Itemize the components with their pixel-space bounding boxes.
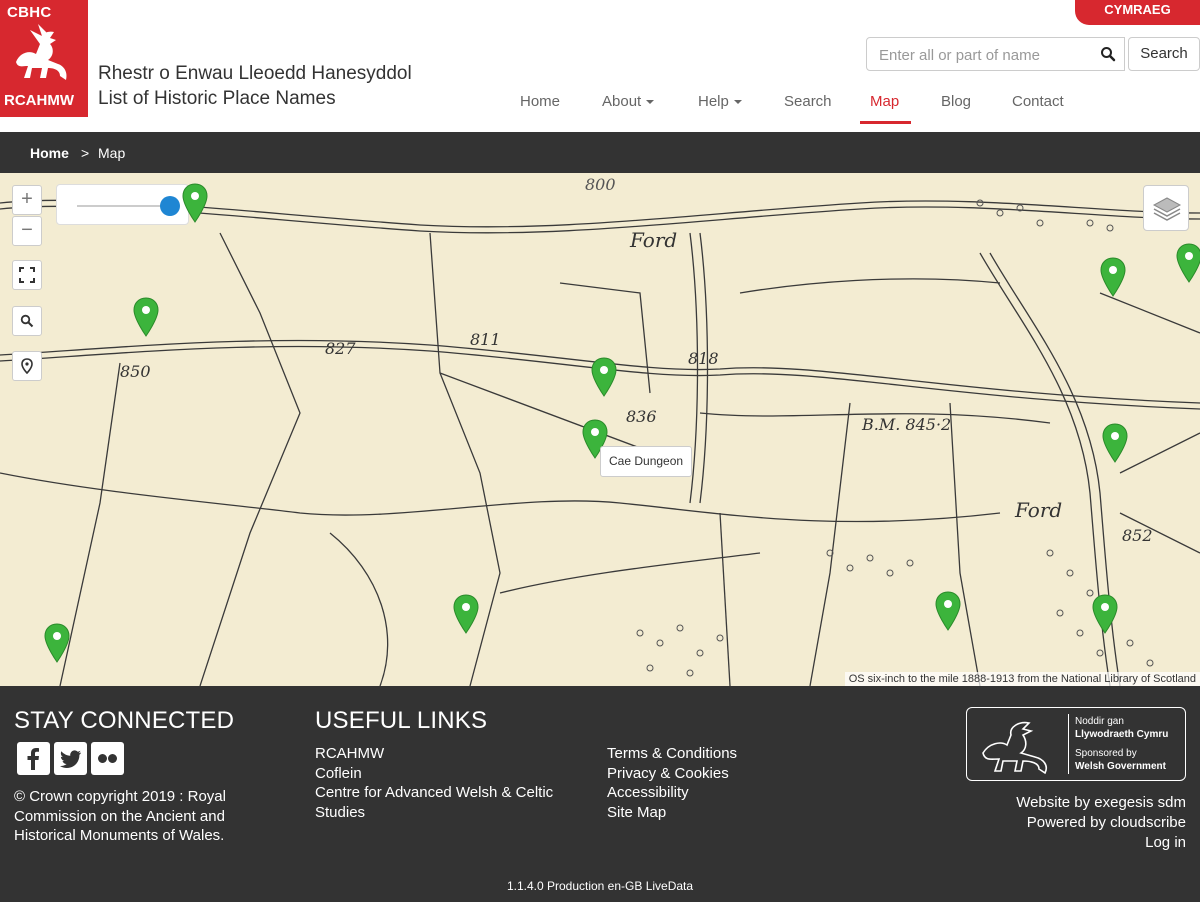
nav-help-label: Help xyxy=(698,93,729,110)
map-label-836: 836 xyxy=(626,407,657,426)
search-icon[interactable] xyxy=(1100,46,1116,62)
gov-text-sponsored: Sponsored by xyxy=(1075,748,1137,759)
site-title-english: List of Historic Place Names xyxy=(98,88,336,109)
useful-links-column-2: Terms & Conditions Privacy & Cookies Acc… xyxy=(607,744,737,822)
welsh-dragon-icon xyxy=(982,721,1048,775)
breadcrumb-separator: > xyxy=(81,145,90,161)
map-marker[interactable] xyxy=(133,297,159,337)
search-field[interactable] xyxy=(866,37,1125,71)
fullscreen-icon xyxy=(19,267,35,283)
map-marker[interactable] xyxy=(453,594,479,634)
map-marker[interactable] xyxy=(1092,594,1118,634)
map-marker[interactable] xyxy=(1102,423,1128,463)
map-label-800: 800 xyxy=(585,175,616,194)
site-footer: STAY CONNECTED © Crown copyright 2019 : … xyxy=(0,686,1200,902)
search-button[interactable]: Search xyxy=(1128,37,1200,71)
nav-about-label: About xyxy=(602,93,642,110)
map-marker[interactable] xyxy=(591,357,617,397)
locate-me-button[interactable] xyxy=(12,351,42,381)
map-marker[interactable] xyxy=(182,183,208,223)
map-label-benchmark: B.M. 845·2 xyxy=(862,415,952,434)
breadcrumb-home[interactable]: Home xyxy=(30,145,69,161)
zoom-to-extent-button[interactable] xyxy=(12,306,42,336)
language-toggle-button[interactable]: CYMRAEG xyxy=(1075,0,1200,25)
map-attribution: OS six-inch to the mile 1888-1913 from t… xyxy=(844,672,1200,686)
twitter-button[interactable] xyxy=(54,742,87,775)
logo-english-acronym: RCAHMW xyxy=(4,92,74,109)
powered-by-credit[interactable]: Powered by cloudscribe xyxy=(1027,813,1186,833)
nav-blog[interactable]: Blog xyxy=(941,93,971,110)
fullscreen-button[interactable] xyxy=(12,260,42,290)
nav-about[interactable]: About xyxy=(602,93,655,110)
nav-map[interactable]: Map xyxy=(870,93,899,110)
map-marker[interactable] xyxy=(935,591,961,631)
magnifier-icon xyxy=(20,314,34,328)
location-pin-icon xyxy=(21,358,33,375)
footer-link-rcahmw[interactable]: RCAHMW xyxy=(315,744,575,764)
gov-text-welsh-government: Welsh Government xyxy=(1075,761,1166,772)
version-info: 1.1.4.0 Production en-GB LiveData xyxy=(506,879,694,893)
site-title[interactable]: Rhestr o Enwau Lleoedd Hanesyddol List o… xyxy=(98,61,412,111)
search-input[interactable] xyxy=(879,44,1099,66)
active-nav-indicator xyxy=(860,121,911,124)
page: CBHC RCAHMW Rhestr o Enwau Lleoedd Hanes… xyxy=(0,0,1200,902)
map-label-850: 850 xyxy=(120,362,151,381)
map-label-827: 827 xyxy=(325,339,356,358)
flickr-button[interactable] xyxy=(91,742,124,775)
logo-welsh-acronym: CBHC xyxy=(7,4,52,21)
flickr-icon xyxy=(98,754,117,763)
map-label-811: 811 xyxy=(470,330,501,349)
rcahmw-logo[interactable]: CBHC RCAHMW xyxy=(0,0,88,117)
map-label-818: 818 xyxy=(688,349,719,368)
footer-link-cawcs[interactable]: Centre for Advanced Welsh & Celtic Studi… xyxy=(315,783,575,822)
zoom-slider[interactable] xyxy=(56,184,189,225)
useful-links-heading: USEFUL LINKS xyxy=(315,707,488,734)
map-label-852: 852 xyxy=(1122,526,1153,545)
layer-switcher-button[interactable] xyxy=(1143,185,1189,231)
map-marker[interactable] xyxy=(1176,243,1200,283)
nav-help[interactable]: Help xyxy=(698,93,742,110)
nav-home[interactable]: Home xyxy=(520,93,560,110)
footer-link-terms[interactable]: Terms & Conditions xyxy=(607,744,737,764)
useful-links-column-1: RCAHMW Coflein Centre for Advanced Welsh… xyxy=(315,744,575,822)
twitter-icon xyxy=(60,750,81,768)
map-marker[interactable] xyxy=(44,623,70,663)
copyright-text: © Crown copyright 2019 : Royal Commissio… xyxy=(14,788,226,844)
dragon-icon xyxy=(16,24,67,80)
chevron-down-icon xyxy=(646,100,655,105)
zoom-out-button[interactable]: − xyxy=(12,216,42,246)
breadcrumb: Home > Map xyxy=(0,132,1200,173)
footer-link-accessibility[interactable]: Accessibility xyxy=(607,783,737,803)
nav-search[interactable]: Search xyxy=(784,93,832,110)
stay-connected-heading: STAY CONNECTED xyxy=(14,707,235,734)
breadcrumb-current: Map xyxy=(98,145,126,161)
footer-link-coflein[interactable]: Coflein xyxy=(315,764,575,784)
footer-link-privacy[interactable]: Privacy & Cookies xyxy=(607,764,737,784)
login-link[interactable]: Log in xyxy=(1145,833,1186,853)
map-marker[interactable] xyxy=(1100,257,1126,297)
map-label-ford-east: Ford xyxy=(1015,498,1063,522)
website-credit[interactable]: Website by exegesis sdm xyxy=(1016,793,1186,813)
gov-text-noddir: Noddir gan xyxy=(1075,716,1124,727)
chevron-down-icon xyxy=(733,100,742,105)
facebook-button[interactable] xyxy=(17,742,50,775)
zoom-slider-handle[interactable] xyxy=(160,196,180,216)
map-view[interactable]: Ford Ford 811 827 850 836 818 B.M. 845·2… xyxy=(0,173,1200,686)
map-label-ford-north: Ford xyxy=(630,228,678,252)
zoom-in-button[interactable]: + xyxy=(12,185,42,215)
welsh-government-logo[interactable]: Noddir gan Llywodraeth Cymru Sponsored b… xyxy=(966,707,1186,781)
footer-link-sitemap[interactable]: Site Map xyxy=(607,803,737,823)
marker-tooltip[interactable]: Cae Dungeon xyxy=(600,446,693,477)
gov-text-llywodraeth: Llywodraeth Cymru xyxy=(1075,729,1169,740)
gov-logo-divider xyxy=(1068,714,1069,774)
site-header: CBHC RCAHMW Rhestr o Enwau Lleoedd Hanes… xyxy=(0,0,1200,132)
nav-contact[interactable]: Contact xyxy=(1012,93,1064,110)
site-title-welsh: Rhestr o Enwau Lleoedd Hanesyddol xyxy=(98,63,412,84)
layers-icon xyxy=(1152,197,1182,221)
zoom-slider-track xyxy=(77,205,167,207)
facebook-icon xyxy=(27,748,39,770)
